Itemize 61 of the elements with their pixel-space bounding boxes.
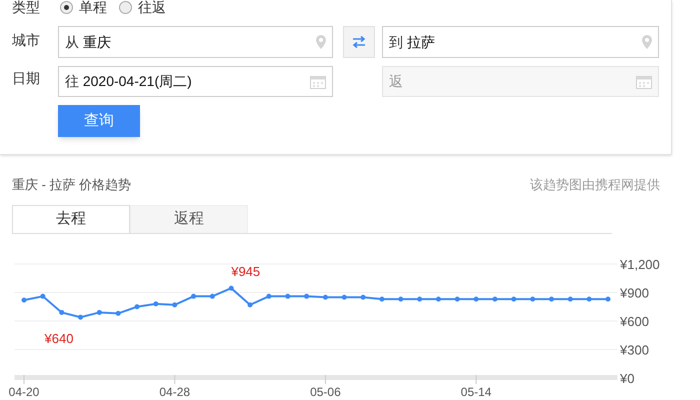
city-label: 城市 [12, 31, 41, 50]
data-point [360, 294, 366, 300]
swap-arrows-icon [352, 36, 366, 48]
data-point [568, 296, 573, 302]
y-tick-label: ¥0 [620, 371, 634, 386]
data-point [436, 296, 441, 302]
data-point [342, 294, 347, 300]
data-point [379, 296, 384, 302]
calendar-icon [636, 74, 652, 88]
data-point [59, 310, 64, 315]
trend-title: 重庆 - 拉萨 价格趋势 [12, 176, 132, 194]
type-label: 类型 [12, 0, 41, 16]
data-point [285, 294, 290, 299]
y-tick-label: ¥900 [620, 286, 649, 300]
data-point [492, 296, 498, 302]
data-point [266, 294, 272, 299]
data-point [134, 304, 140, 310]
x-tick-label: 05-06 [310, 385, 341, 399]
data-point [586, 296, 592, 302]
swap-cities-button[interactable] [342, 26, 375, 58]
data-point [606, 296, 610, 302]
departure-date-field[interactable]: 往 2020-04-21(周二) [58, 66, 333, 97]
data-point [530, 296, 536, 302]
data-point [172, 302, 178, 308]
price-annotation: ¥945 [231, 264, 260, 280]
calendar-icon [310, 74, 326, 88]
location-pin-icon [642, 35, 652, 49]
data-point [304, 294, 310, 299]
departure-city-field[interactable]: 从 重庆 [58, 26, 333, 58]
trip-tab[interactable]: 返程 [130, 204, 248, 232]
y-tick-label: ¥300 [620, 342, 649, 358]
data-point [474, 296, 479, 302]
trip-type-radio[interactable]: 往返 [119, 0, 166, 18]
data-point [248, 302, 253, 308]
arrival-city-field[interactable]: 到 拉萨 [382, 26, 659, 58]
data-point [96, 310, 102, 315]
data-point [454, 296, 460, 302]
x-tick-label: 05-14 [460, 385, 492, 399]
data-point [78, 314, 84, 320]
data-point [228, 286, 234, 291]
source-note: 该趋势图由携程网提供 [530, 176, 660, 194]
location-pin-icon [316, 35, 326, 49]
data-point [116, 310, 121, 316]
data-point [417, 296, 422, 302]
data-point [398, 296, 404, 302]
trip-type-radio[interactable]: 单程 [60, 0, 107, 18]
data-point [511, 296, 516, 302]
x-tick-label: 04-20 [8, 385, 40, 399]
data-point [40, 294, 46, 299]
data-point [548, 296, 554, 302]
x-tick-label: 04-28 [159, 385, 190, 399]
data-point [153, 301, 158, 306]
data-point [210, 294, 215, 299]
y-tick-label: ¥1,200 [620, 257, 660, 272]
data-point [191, 294, 196, 299]
price-annotation: ¥640 [44, 331, 74, 346]
data-point [322, 294, 328, 300]
data-point [22, 298, 26, 303]
trip-tab[interactable]: 去程 [12, 204, 130, 232]
y-tick-label: ¥600 [620, 314, 649, 329]
date-label: 日期 [12, 69, 41, 88]
